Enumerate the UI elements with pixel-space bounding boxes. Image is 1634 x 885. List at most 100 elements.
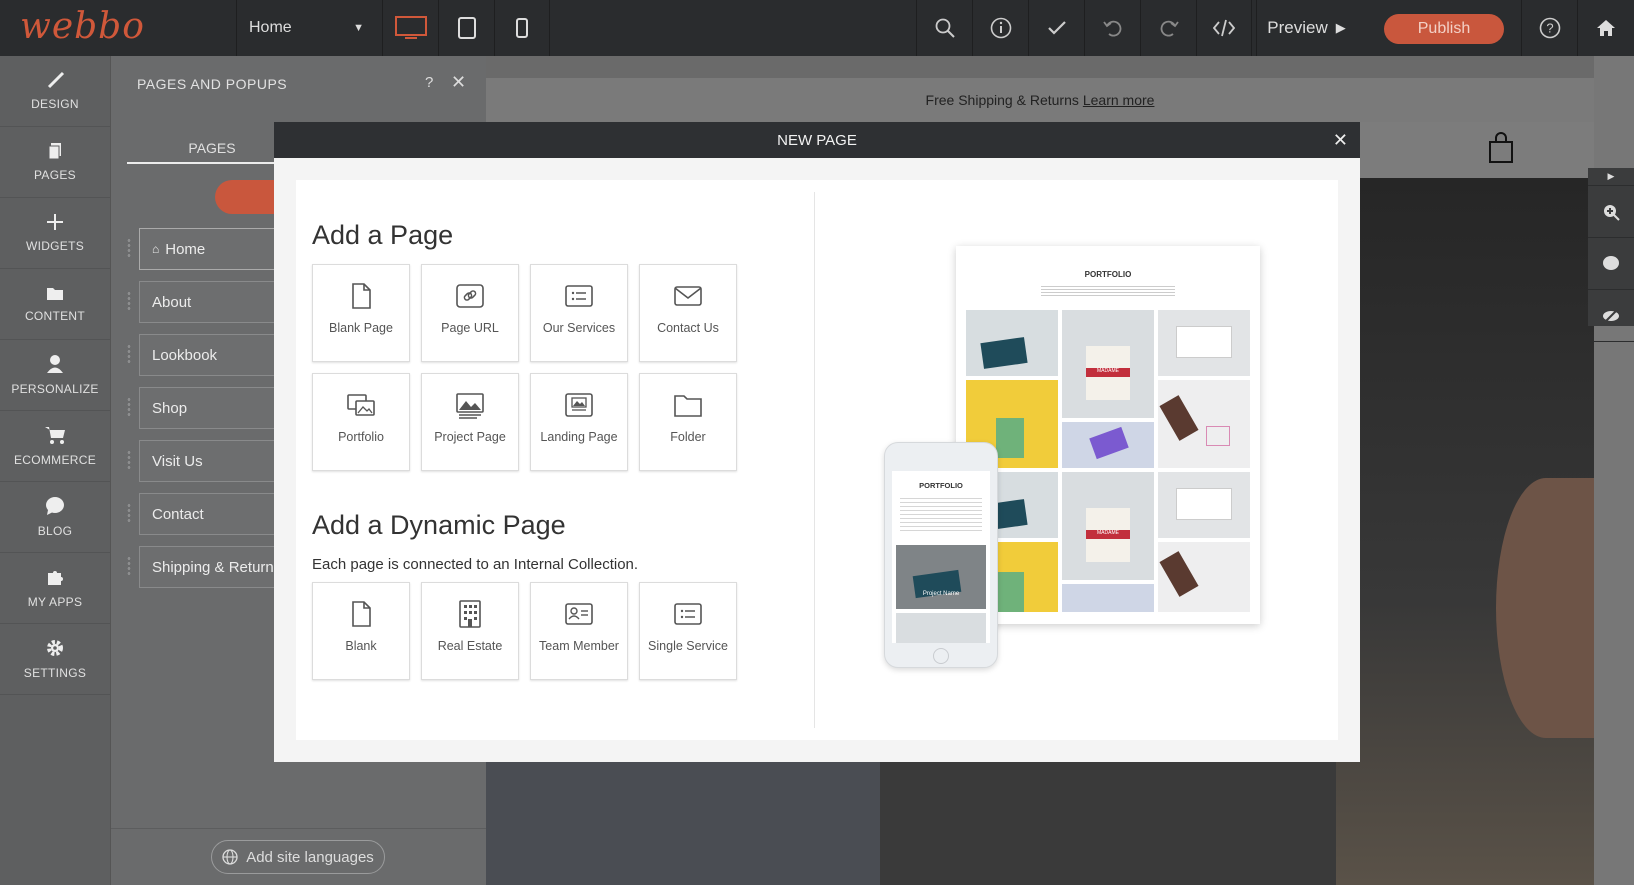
panel-title: PAGES AND POPUPS xyxy=(137,76,288,92)
nav-content[interactable]: CONTENT xyxy=(0,269,110,340)
cart-icon xyxy=(45,427,65,444)
nav-settings-label: SETTINGS xyxy=(23,666,87,680)
plus-icon xyxy=(47,214,63,230)
hide-button[interactable] xyxy=(1588,290,1634,342)
page-item-label: Lookbook xyxy=(152,346,218,364)
nav-widgets[interactable]: WIDGETS xyxy=(0,198,110,269)
preview-title: PORTFOLIO xyxy=(1084,270,1132,279)
nav-settings[interactable]: SETTINGS xyxy=(0,624,110,695)
mobile-preview-caption: Project Name xyxy=(922,591,960,597)
landing-icon xyxy=(565,393,593,417)
gallery-icon xyxy=(347,394,375,416)
dynamic-page-heading: Add a Dynamic Page xyxy=(312,510,566,540)
drag-handle-icon[interactable] xyxy=(127,450,131,470)
play-icon: ▶ xyxy=(1607,171,1615,181)
zoom-button[interactable] xyxy=(1588,186,1634,238)
panel-divider xyxy=(111,828,487,829)
learn-more-link[interactable]: Learn more xyxy=(1083,92,1155,108)
check-button[interactable] xyxy=(1028,0,1084,56)
site-announcement-bar: Free Shipping & Returns Learn more xyxy=(486,78,1594,122)
redo-button[interactable] xyxy=(1140,0,1196,56)
undo-button[interactable] xyxy=(1084,0,1140,56)
close-icon[interactable]: ✕ xyxy=(1333,130,1348,151)
tile-landing-page[interactable]: Landing Page xyxy=(530,373,628,471)
tile-label: Single Service xyxy=(648,639,728,653)
template-preview-desktop: PORTFOLIO MADAME MADAME xyxy=(956,246,1260,624)
nav-my-apps[interactable]: MY APPS xyxy=(0,553,110,624)
tile-label: Page URL xyxy=(441,321,499,335)
mobile-icon xyxy=(516,18,528,38)
desktop-view-button[interactable] xyxy=(382,0,438,56)
nav-content-label: CONTENT xyxy=(24,309,86,323)
comments-button[interactable] xyxy=(1588,238,1634,290)
search-icon xyxy=(935,18,955,38)
nav-pages[interactable]: PAGES xyxy=(0,127,110,198)
preview-laptop-1 xyxy=(1158,310,1250,376)
shopping-bag-icon[interactable] xyxy=(1488,132,1514,164)
preview-bag-1: MADAME xyxy=(1062,310,1154,418)
page-selector[interactable]: Home ▼ xyxy=(236,0,376,56)
preview-bag-2: MADAME xyxy=(1062,472,1154,580)
tile-portfolio[interactable]: Portfolio xyxy=(312,373,410,471)
tile-team-member[interactable]: Team Member xyxy=(530,582,628,680)
add-site-languages-button[interactable]: Add site languages xyxy=(211,840,385,874)
drag-handle-icon[interactable] xyxy=(127,397,131,417)
tile-label: Team Member xyxy=(539,639,619,653)
mobile-preview-title: PORTFOLIO xyxy=(919,481,963,490)
nav-blog[interactable]: BLOG xyxy=(0,482,110,553)
home-button[interactable] xyxy=(1577,0,1633,56)
tile-blank-page[interactable]: Blank Page xyxy=(312,264,410,362)
tile-our-services[interactable]: Our Services xyxy=(530,264,628,362)
dynamic-page-description: Each page is connected to an Internal Co… xyxy=(312,556,639,573)
tile-contact-us[interactable]: Contact Us xyxy=(639,264,737,362)
list-icon xyxy=(674,603,702,625)
collapse-button[interactable]: ▶ xyxy=(1588,168,1634,186)
add-page-heading: Add a Page xyxy=(312,220,454,250)
undo-icon xyxy=(1102,20,1121,37)
globe-icon xyxy=(222,849,238,865)
info-button[interactable] xyxy=(972,0,1028,56)
page-item-label: Shipping & Returns xyxy=(152,558,282,576)
search-button[interactable] xyxy=(916,0,972,56)
bag-label: MADAME xyxy=(1086,368,1130,377)
tile-page-url[interactable]: Page URL xyxy=(421,264,519,362)
preview-button[interactable]: Preview ▶ xyxy=(1256,0,1356,56)
nav-personalize[interactable]: PERSONALIZE xyxy=(0,340,110,411)
building-icon xyxy=(459,600,481,628)
left-nav: DESIGN PAGES WIDGETS CONTENT PERSONALIZE… xyxy=(0,56,110,885)
nav-blog-label: BLOG xyxy=(37,524,73,538)
top-toolbar: webbo Home ▼ Preview ▶ Publish ? xyxy=(0,0,1634,56)
webbo-logo[interactable]: webbo xyxy=(20,6,145,47)
drag-handle-icon[interactable] xyxy=(127,238,131,258)
tile-real-estate[interactable]: Real Estate xyxy=(421,582,519,680)
preview-stamp-2 xyxy=(1158,542,1250,612)
code-button[interactable] xyxy=(1196,0,1252,56)
help-icon: ? xyxy=(1539,17,1560,39)
drag-handle-icon[interactable] xyxy=(127,291,131,311)
drag-handle-icon[interactable] xyxy=(127,556,131,576)
tile-dynamic-blank[interactable]: Blank xyxy=(312,582,410,680)
panel-close-icon[interactable]: ✕ xyxy=(451,72,466,93)
drag-handle-icon[interactable] xyxy=(127,344,131,364)
info-icon xyxy=(990,17,1011,39)
mobile-preview-image-2 xyxy=(896,613,986,643)
folder-icon xyxy=(674,395,702,417)
home-icon: ⌂ xyxy=(152,242,160,256)
nav-ecommerce[interactable]: ECOMMERCE xyxy=(0,411,110,482)
mobile-view-button[interactable] xyxy=(494,0,550,56)
tab-pages[interactable]: PAGES xyxy=(127,134,297,164)
page-item-label: Home xyxy=(165,240,206,258)
help-button[interactable]: ? xyxy=(1521,0,1577,56)
phone-screen: PORTFOLIO Project Name xyxy=(892,471,990,643)
tile-label: Portfolio xyxy=(338,430,384,444)
publish-button[interactable]: Publish xyxy=(1384,14,1504,44)
nav-design[interactable]: DESIGN xyxy=(0,56,110,127)
desktop-icon xyxy=(394,16,427,39)
tile-single-service[interactable]: Single Service xyxy=(639,582,737,680)
tile-folder[interactable]: Folder xyxy=(639,373,737,471)
tile-project-page[interactable]: Project Page xyxy=(421,373,519,471)
panel-help-button[interactable]: ? xyxy=(425,74,433,91)
add-site-languages-label: Add site languages xyxy=(246,848,374,866)
drag-handle-icon[interactable] xyxy=(127,503,131,523)
tablet-view-button[interactable] xyxy=(438,0,494,56)
